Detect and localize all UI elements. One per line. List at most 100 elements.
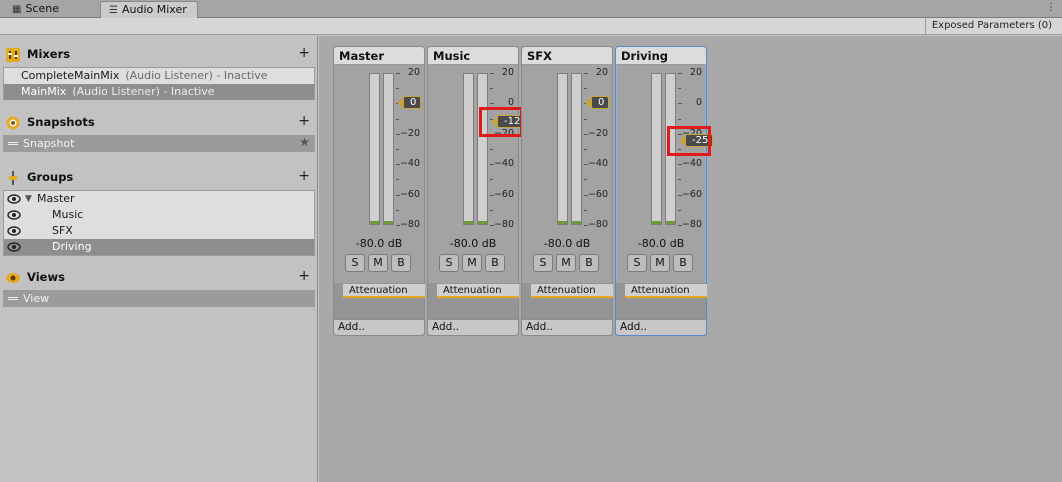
- expand-arrow-icon[interactable]: ▼: [25, 191, 32, 207]
- views-icon: [6, 273, 20, 283]
- scale-tick-minor: [490, 88, 493, 90]
- group-item-music[interactable]: Music: [4, 207, 314, 223]
- eye-icon[interactable]: [7, 242, 21, 252]
- mute-button[interactable]: M: [368, 254, 388, 272]
- tab-audio-mixer[interactable]: ☰ Audio Mixer: [100, 1, 198, 18]
- bypass-button[interactable]: B: [485, 254, 505, 272]
- highlight-box: [479, 106, 523, 137]
- scale-label: 20: [501, 67, 514, 78]
- scale-label: −60: [587, 188, 608, 200]
- vu-level: [652, 221, 661, 224]
- effect-attenuation[interactable]: Attenuation: [437, 284, 519, 298]
- eye-icon[interactable]: [7, 226, 21, 236]
- view-item[interactable]: View: [4, 291, 314, 306]
- eye-icon[interactable]: [7, 210, 21, 220]
- drag-handle-icon[interactable]: [8, 142, 18, 145]
- add-effect-button[interactable]: Add..: [334, 319, 424, 335]
- hierarchy-panel: Mixers + CompleteMainMix (Audio Listener)…: [0, 36, 318, 482]
- scale-tick-minor: [678, 88, 681, 90]
- add-group-button[interactable]: +: [298, 168, 310, 184]
- solo-button[interactable]: S: [345, 254, 365, 272]
- effect-attenuation[interactable]: Attenuation: [531, 284, 613, 298]
- level-readout: -80.0 dB: [355, 237, 403, 250]
- scale-tick-minor: [396, 179, 399, 181]
- groups-list: ▼ Master Music SFX Driving: [3, 190, 315, 256]
- vu-meter-left: [369, 73, 380, 225]
- snapshot-item[interactable]: Snapshot ★: [4, 135, 314, 151]
- drag-handle-icon[interactable]: [8, 297, 18, 300]
- window-menu-icon[interactable]: ⋮: [1046, 2, 1056, 13]
- mixers-list: CompleteMainMix (Audio Listener) - Inacti…: [3, 67, 315, 100]
- effect-attenuation[interactable]: Attenuation: [343, 284, 425, 298]
- add-mixer-button[interactable]: +: [298, 45, 310, 61]
- mixer-item-completemainmix[interactable]: CompleteMainMix (Audio Listener) - Inacti…: [4, 68, 314, 84]
- solo-button[interactable]: S: [627, 254, 647, 272]
- bypass-button[interactable]: B: [391, 254, 411, 272]
- tab-bar: ▦ Scene ☰ Audio Mixer ⋮: [0, 0, 1062, 18]
- level-readout: -80.0 dB: [543, 237, 591, 250]
- scale-tick-minor: [490, 179, 493, 181]
- mute-button[interactable]: M: [650, 254, 670, 272]
- vu-level: [370, 221, 379, 224]
- mute-button[interactable]: M: [556, 254, 576, 272]
- attenuation-slider-handle[interactable]: 0: [584, 96, 610, 110]
- mute-button[interactable]: M: [462, 254, 482, 272]
- mixer-strips-area: Master200−20−40−60−800-80.0 dBSMBAttenua…: [319, 36, 1062, 482]
- effect-attenuation[interactable]: Attenuation: [625, 284, 707, 298]
- solo-button[interactable]: S: [533, 254, 553, 272]
- scale-label: −40: [399, 158, 420, 170]
- group-label: Driving: [52, 240, 92, 253]
- group-label: Music: [52, 208, 84, 221]
- attenuation-slider-handle[interactable]: 0: [396, 96, 422, 110]
- vu-meter-left: [651, 73, 662, 225]
- group-item-driving[interactable]: Driving: [4, 239, 314, 255]
- groups-icon: [9, 171, 17, 185]
- mixer-status: (Audio Listener) - Inactive: [72, 85, 215, 98]
- group-item-master[interactable]: ▼ Master: [4, 191, 314, 207]
- strip-name: SFX: [522, 47, 612, 65]
- level-readout: -80.0 dB: [637, 237, 685, 250]
- scale-label: 20: [407, 67, 420, 78]
- scale-label: −20: [587, 127, 608, 139]
- add-effect-button[interactable]: Add..: [522, 319, 612, 335]
- tab-scene-label: Scene: [25, 2, 59, 15]
- scale-label: −40: [587, 158, 608, 170]
- snapshots-title: Snapshots: [27, 115, 95, 129]
- bypass-button[interactable]: B: [579, 254, 599, 272]
- vu-level: [464, 221, 473, 224]
- scale-tick-minor: [584, 118, 587, 120]
- scale-label: −80: [399, 219, 420, 230]
- scale-tick-minor: [678, 118, 681, 120]
- add-effect-button[interactable]: Add..: [428, 319, 518, 335]
- views-list: View: [3, 290, 315, 307]
- mixer-strip-master[interactable]: Master200−20−40−60−800-80.0 dBSMBAttenua…: [333, 46, 425, 336]
- scale-tick-minor: [678, 209, 681, 211]
- solo-button[interactable]: S: [439, 254, 459, 272]
- scale-label: −60: [681, 188, 702, 200]
- mixer-name: MainMix: [21, 85, 67, 98]
- tab-scene[interactable]: ▦ Scene: [4, 1, 67, 18]
- eye-icon[interactable]: [7, 194, 21, 204]
- mixer-strip-driving[interactable]: Driving 20 0 −20 −40 −60 −80 -25 -80.0 dB S M B Atte…: [615, 46, 714, 336]
- vu-meter-right: [571, 73, 582, 225]
- group-item-sfx[interactable]: SFX: [4, 223, 314, 239]
- snapshot-label: Snapshot: [23, 137, 75, 150]
- mixer-strip-music[interactable]: Music 20 0 −20 −40 −60 −80 -12 -80.0 dB S M B Attenu…: [427, 46, 526, 336]
- scale-tick-minor: [396, 209, 399, 211]
- scale-tick-minor: [584, 88, 587, 90]
- mixer-item-mainmix[interactable]: MainMix (Audio Listener) - Inactive: [4, 84, 314, 100]
- bypass-button[interactable]: B: [673, 254, 693, 272]
- add-snapshot-button[interactable]: +: [298, 113, 310, 129]
- scale-label: −80: [681, 219, 702, 230]
- exposed-parameters-dropdown[interactable]: Exposed Parameters (0): [924, 18, 1058, 34]
- scale-label: 0: [695, 97, 702, 109]
- add-effect-button[interactable]: Add..: [616, 319, 706, 335]
- star-icon[interactable]: ★: [299, 135, 310, 150]
- mixers-header: Mixers +: [6, 45, 312, 64]
- mixer-strip-sfx[interactable]: SFX200−20−40−60−800-80.0 dBSMBAttenuatio…: [521, 46, 613, 336]
- scale-label: −20: [399, 127, 420, 139]
- mixer-name: CompleteMainMix: [21, 69, 120, 82]
- add-view-button[interactable]: +: [298, 268, 310, 284]
- views-header: Views +: [6, 268, 312, 287]
- mixers-title: Mixers: [27, 47, 71, 61]
